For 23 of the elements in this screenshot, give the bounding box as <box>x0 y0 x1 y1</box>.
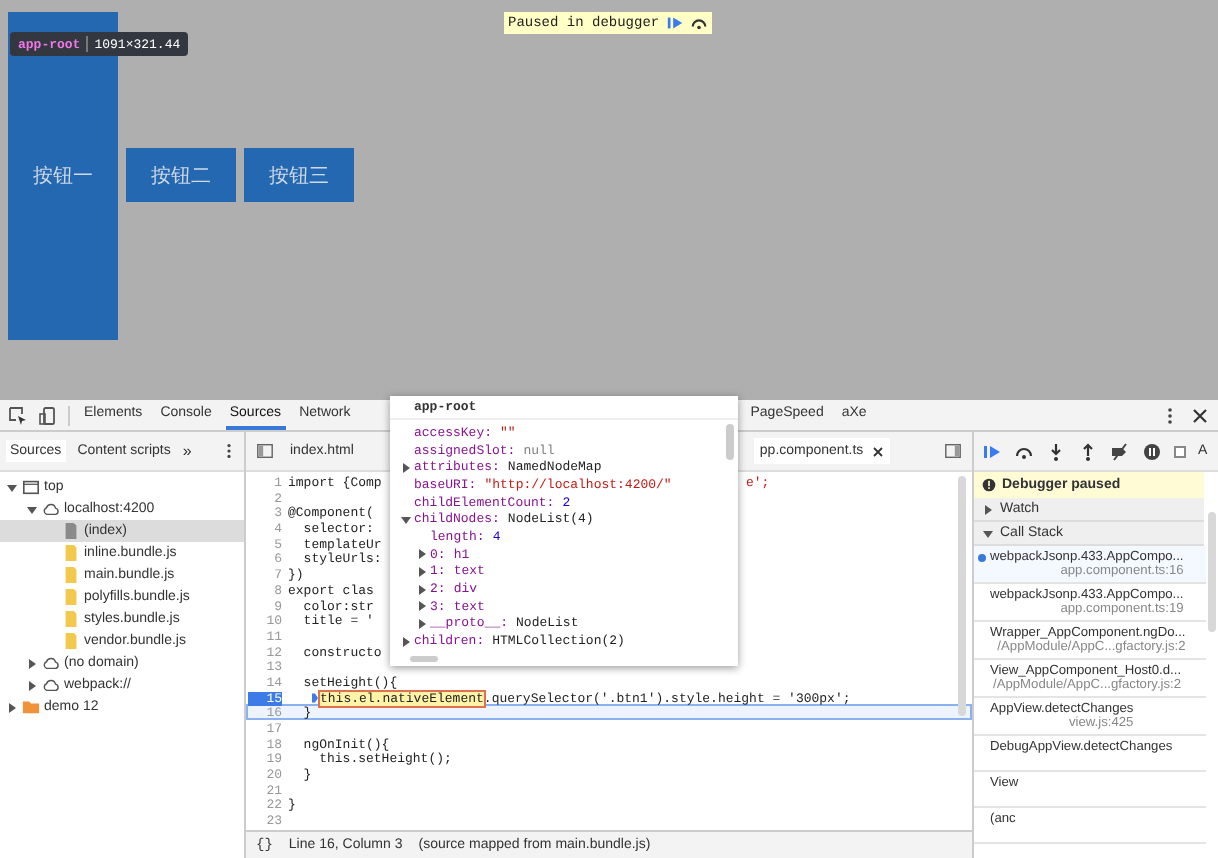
async-checkbox[interactable] <box>1174 445 1186 457</box>
sidebar-toggle-icon[interactable] <box>256 442 274 460</box>
resume-icon[interactable] <box>982 441 1002 461</box>
page-button[interactable]: 按钮二 <box>126 148 236 202</box>
page-button[interactable]: 按钮三 <box>244 148 354 202</box>
close-icon[interactable] <box>1190 405 1210 425</box>
more-tabs-button[interactable]: » <box>182 442 192 460</box>
sidebar-toggle-icon[interactable] <box>944 442 962 460</box>
step-over-icon[interactable] <box>689 14 708 32</box>
device-icon[interactable] <box>38 405 58 425</box>
close-icon[interactable] <box>871 445 884 457</box>
pause-on-exceptions-icon[interactable] <box>1142 441 1162 461</box>
deactivate-breakpoints-icon[interactable] <box>1110 441 1130 461</box>
inspect-icon[interactable] <box>8 405 28 425</box>
cloud-icon <box>42 500 60 518</box>
info-icon <box>982 478 996 492</box>
folder-icon <box>22 698 40 716</box>
disclosure-triangle-icon[interactable] <box>400 513 412 526</box>
step-into-icon[interactable] <box>1046 441 1066 461</box>
frame-icon <box>22 478 40 496</box>
resume-icon[interactable] <box>665 14 684 32</box>
step-out-icon[interactable] <box>1078 441 1098 461</box>
disclosure-triangle-icon[interactable] <box>400 461 412 474</box>
